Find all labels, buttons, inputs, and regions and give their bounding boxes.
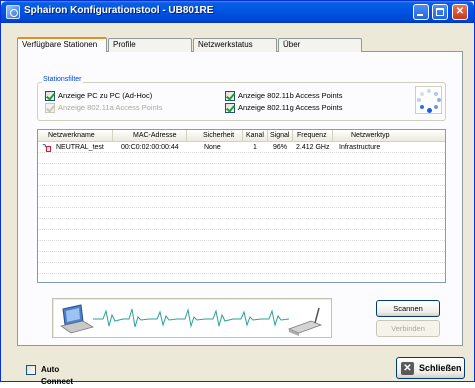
station-filter-group — [37, 82, 446, 121]
filter-80211b-checkbox[interactable] — [225, 91, 235, 101]
station-filter-title: Stationsfilter — [42, 76, 83, 83]
list-item — [38, 176, 445, 186]
filter-80211a-checkbox — [45, 103, 55, 113]
cell-frequency: 2.412 GHz — [296, 144, 330, 151]
filter-80211a-label: Anzeige 802.11a Access Points — [58, 103, 163, 112]
loading-spinner-icon — [415, 86, 442, 114]
tab-available-stations[interactable]: Verfügbare Stationen — [17, 37, 107, 52]
table-row[interactable]: NEUTRAL_test 00:C0:02:00:00:44 None 1 96… — [38, 143, 445, 153]
tab-network-status[interactable]: Netzwerkstatus — [193, 38, 277, 52]
connection-graphic — [52, 298, 332, 338]
maximize-icon — [436, 8, 444, 16]
tab-about[interactable]: Über — [278, 38, 362, 52]
close-button[interactable]: ✕ Schließen — [396, 357, 465, 379]
column-header-network-name[interactable]: Netzwerkname — [38, 130, 113, 142]
tab-profiles[interactable]: Profile — [108, 38, 192, 52]
list-item — [38, 198, 445, 208]
filter-adhoc-checkbox[interactable] — [45, 91, 55, 101]
window-title: Sphairon Konfigurationstool - UB801RE — [24, 5, 214, 16]
cell-signal: 96% — [273, 144, 288, 151]
list-item — [38, 154, 445, 164]
cell-mac: 00:C0:02:00:00:44 — [121, 144, 179, 151]
connection-illustration — [60, 304, 323, 336]
column-header-frequency[interactable]: Frequenz — [293, 130, 333, 142]
auto-connect-label: Auto Connect — [41, 365, 73, 386]
maximize-button[interactable] — [432, 4, 448, 20]
scan-button-label: Scannen — [393, 304, 423, 313]
app-icon — [6, 5, 20, 19]
auto-connect-checkbox[interactable] — [26, 365, 36, 375]
close-window-button[interactable]: ✕ — [452, 4, 468, 20]
close-button-label: Schließen — [419, 363, 462, 373]
filter-80211b-label: Anzeige 802.11b Access Points — [238, 91, 343, 100]
network-list[interactable]: Netzwerkname MAC-Adresse Sicherheit Kana… — [37, 129, 446, 283]
filter-80211g-label: Anzeige 802.11g Access Points — [238, 103, 343, 112]
list-item — [38, 165, 445, 175]
column-header-mac[interactable]: MAC-Adresse — [113, 130, 187, 142]
title-bar[interactable]: Sphairon Konfigurationstool - UB801RE ✕ — [1, 1, 474, 23]
laptop-icon — [60, 304, 95, 334]
list-item — [38, 187, 445, 197]
list-item — [38, 231, 445, 241]
connect-button: Verbinden — [376, 320, 440, 337]
close-x-icon: ✕ — [401, 362, 414, 375]
router-icon — [287, 307, 323, 336]
close-icon: ✕ — [455, 6, 465, 17]
cell-network-name: NEUTRAL_test — [56, 144, 104, 151]
network-list-header: Netzwerkname MAC-Adresse Sicherheit Kana… — [38, 130, 445, 142]
scan-button[interactable]: Scannen — [376, 300, 440, 317]
minimize-icon — [417, 14, 423, 16]
list-item — [38, 209, 445, 219]
list-item — [38, 264, 445, 274]
column-header-security[interactable]: Sicherheit — [187, 130, 243, 142]
cell-security: None — [204, 144, 221, 151]
connect-button-label: Verbinden — [391, 324, 425, 333]
list-item — [38, 220, 445, 230]
cell-channel: 1 — [253, 144, 257, 151]
main-window: Sphairon Konfigurationstool - UB801RE ✕ … — [0, 0, 475, 386]
list-item — [38, 253, 445, 263]
column-header-network-type[interactable]: Netzwerktyp — [333, 130, 445, 142]
column-header-channel[interactable]: Kanal — [243, 130, 268, 142]
cell-network-type: Infrastructure — [339, 144, 381, 151]
list-item — [38, 242, 445, 252]
column-header-signal[interactable]: Signal — [268, 130, 293, 142]
minimize-button[interactable] — [413, 4, 429, 20]
filter-80211g-checkbox[interactable] — [225, 103, 235, 113]
filter-adhoc-label: Anzeige PC zu PC (Ad-Hoc) — [58, 91, 153, 100]
wifi-network-icon — [42, 144, 52, 152]
